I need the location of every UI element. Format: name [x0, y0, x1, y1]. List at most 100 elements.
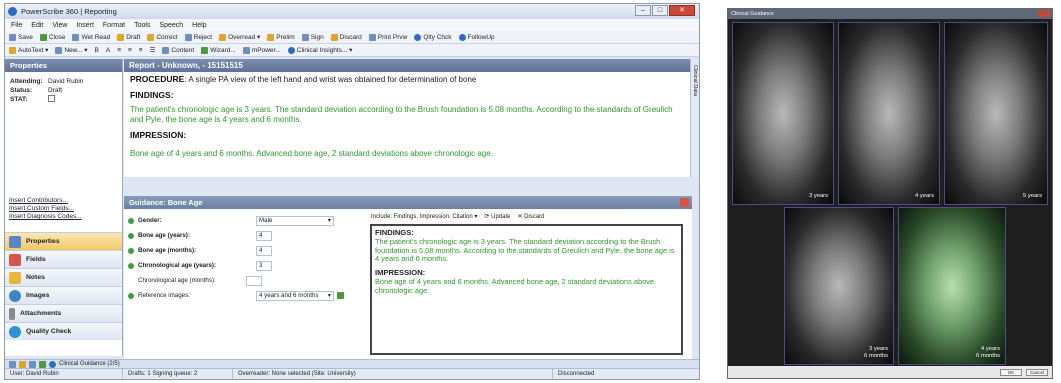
discard-guidance-button[interactable]: ✕ Discard — [517, 213, 544, 220]
powerscribe-window: PowerScribe 360 | Reporting – □ ✕ File E… — [4, 3, 700, 380]
print-preview-button[interactable]: Print Prvw — [368, 33, 407, 41]
impression-text: Bone age of 4 years and 6 months. Advanc… — [130, 149, 493, 158]
autotext-button[interactable]: AutoText ▾ — [9, 46, 48, 54]
menu-edit[interactable]: Edit — [31, 22, 43, 29]
minimize-button[interactable]: – — [635, 5, 651, 16]
align-right-button[interactable]: ≡ — [139, 47, 143, 54]
align-center-button[interactable]: ≡ — [128, 47, 132, 54]
xray-3-years-6-months[interactable]: 3 years 6 months — [784, 207, 894, 365]
tray-icon-4[interactable] — [39, 360, 46, 368]
prelim-button[interactable]: Prelim — [267, 33, 295, 41]
guidance-close-icon[interactable] — [680, 198, 689, 207]
update-button[interactable]: ⟳ Update — [484, 213, 510, 220]
report-text[interactable]: PROCEDURE: A single PA view of the left … — [124, 72, 692, 161]
nav-fields[interactable]: Fields — [5, 250, 122, 268]
correct-icon — [147, 33, 155, 41]
bold-button[interactable]: B — [95, 47, 99, 54]
cg-cancel-button[interactable]: Cancel — [1026, 368, 1048, 376]
images-link-icon[interactable] — [337, 292, 344, 299]
status-value: Draft — [48, 87, 63, 94]
menu-format[interactable]: Format — [103, 22, 125, 29]
properties-header: Properties — [5, 59, 122, 72]
wizard-button[interactable]: Wizard... — [201, 46, 236, 54]
insert-custom-fields-link[interactable]: Insert Custom Fields... — [9, 205, 82, 213]
chrono-age-years-input[interactable]: 3 — [256, 260, 272, 271]
menu-insert[interactable]: Insert — [76, 22, 94, 29]
discard-button[interactable]: Discard — [330, 33, 362, 41]
followup-button[interactable]: FollowUp — [458, 33, 495, 41]
chrono-age-months-input[interactable] — [246, 275, 262, 286]
menu-view[interactable]: View — [52, 22, 67, 29]
overread-button[interactable]: Overread ▾ — [219, 33, 260, 41]
nav-properties[interactable]: Properties — [5, 232, 122, 250]
xray-4-years-6-months-selected[interactable]: 4 years 6 months — [898, 207, 1006, 365]
nav-attachments[interactable]: Attachments — [5, 304, 122, 322]
content-button[interactable]: Content — [162, 46, 194, 54]
left-nav: Properties Fields Notes Images Attachmen… — [5, 232, 122, 340]
stat-checkbox[interactable] — [48, 95, 55, 102]
wizard-icon — [201, 46, 209, 54]
insert-contributors-link[interactable]: Insert Contributors... — [9, 197, 82, 205]
required-icon — [128, 217, 134, 224]
xray-4-years[interactable]: 4 years — [838, 22, 940, 205]
bottom-tray: Clinical Guidance (2/5) — [5, 359, 699, 368]
status-connection: Disconnected — [558, 371, 595, 377]
include-select[interactable]: Include: Findings, Impression, Citation … — [371, 213, 477, 220]
align-left-button[interactable]: ≡ — [117, 47, 121, 54]
save-button[interactable]: Save — [9, 33, 33, 41]
sign-button[interactable]: Sign — [301, 33, 324, 41]
nav-quality-check[interactable]: Quality Check — [5, 322, 122, 340]
nav-images[interactable]: Images — [5, 286, 122, 304]
cg-close-icon[interactable] — [1038, 10, 1050, 17]
include-bar: Include: Findings, Impression, Citation … — [371, 213, 545, 220]
cg-title-bar: Clinical Guidance — [728, 9, 1052, 19]
menu-tools[interactable]: Tools — [134, 22, 150, 29]
procedure-label: PROCEDURE — [130, 74, 185, 84]
font-button[interactable]: A — [106, 47, 110, 54]
chrono-age-months-row: Chronological age (months): — [128, 273, 358, 288]
stat-label: STAT: — [10, 96, 28, 103]
findings-label: FINDINGS: — [130, 90, 174, 100]
wet-read-button[interactable]: Wet Read — [72, 33, 110, 41]
reject-button[interactable]: Reject — [184, 33, 212, 41]
tray-icon-2[interactable] — [19, 360, 26, 368]
overread-icon — [219, 33, 227, 41]
insert-diagnosis-codes-link[interactable]: Insert Diagnosis Codes... — [9, 213, 82, 221]
clinical-data-tab[interactable]: Clinical Data — [690, 59, 699, 177]
notes-icon — [9, 271, 21, 284]
mpower-button[interactable]: mPower... — [242, 46, 281, 54]
menu-speech[interactable]: Speech — [159, 22, 183, 29]
cg-ok-button[interactable]: OK — [1000, 368, 1022, 376]
maximize-button[interactable]: □ — [652, 5, 668, 16]
menu-file[interactable]: File — [11, 22, 22, 29]
tray-icon-1[interactable] — [9, 360, 16, 368]
clinical-insights-button[interactable]: Clinical Insights... ▾ — [287, 46, 352, 54]
draft-button[interactable]: Draft — [117, 33, 140, 41]
guidance-findings-text: The patient's chronologic age is 3 years… — [375, 236, 675, 264]
new-button[interactable]: New... ▾ — [55, 46, 88, 54]
menu-help[interactable]: Help — [192, 22, 206, 29]
fields-icon — [9, 253, 21, 266]
clinical-guidance-tray-icon[interactable] — [49, 360, 56, 368]
draft-icon — [117, 33, 125, 41]
xray-3-years[interactable]: 3 years — [732, 22, 834, 205]
tray-icon-3[interactable] — [29, 360, 36, 368]
xray-5-years[interactable]: 5 years — [944, 22, 1048, 205]
bullets-button[interactable]: ☰ — [150, 46, 156, 54]
report-editor[interactable]: Report - Unknown, - 15151515 PROCEDURE: … — [124, 59, 692, 177]
bone-age-years-input[interactable]: 4 — [256, 230, 272, 241]
guidance-preview[interactable]: FINDINGS: The patient's chronologic age … — [370, 224, 683, 355]
close-button[interactable]: ✕ — [669, 5, 695, 16]
quality-check-nav-icon — [9, 325, 21, 338]
nav-notes[interactable]: Notes — [5, 268, 122, 286]
correct-button[interactable]: Correct — [147, 33, 178, 41]
clinical-guidance-tray-label[interactable]: Clinical Guidance (2/5) — [59, 361, 120, 367]
quality-check-button[interactable]: Qlty Chck — [414, 33, 452, 41]
guidance-form: Gender: Male ▾ Bone age (years): 4 Bone age… — [128, 213, 358, 303]
gender-select[interactable]: Male ▾ — [256, 215, 334, 226]
bone-age-months-input[interactable]: 4 — [256, 245, 272, 256]
status-label: Status: — [10, 87, 33, 94]
properties-list: Attending: David Rubin Status: Draft STAT: — [5, 72, 122, 109]
close-report-button[interactable]: Close — [39, 33, 65, 41]
reference-images-select[interactable]: 4 years and 6 months ▾ — [256, 290, 334, 301]
